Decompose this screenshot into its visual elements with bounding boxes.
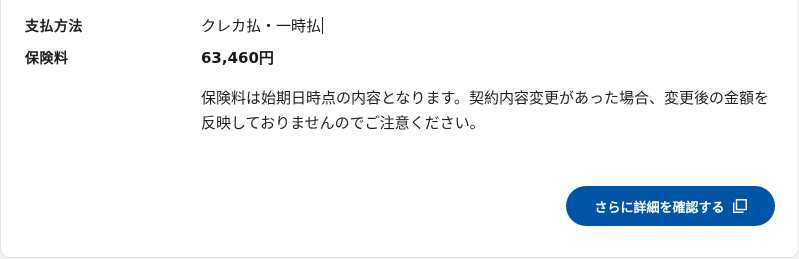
premium-label: 保険料 xyxy=(25,51,69,67)
text-cursor xyxy=(322,17,324,34)
premium-value: 63,460円 xyxy=(201,49,274,67)
view-more-details-label: さらに詳細を確認する xyxy=(594,200,725,216)
view-more-details-button[interactable]: さらに詳細を確認する xyxy=(566,186,775,226)
contract-detail-card: 支払方法 クレカ払・一時払 保険料 63,460円 保険料は始期日時点の内容とな… xyxy=(0,0,799,258)
payment-method-label: 支払方法 xyxy=(25,19,83,35)
payment-method-value: クレカ払・一時払 xyxy=(201,15,324,36)
premium-note: 保険料は始期日時点の内容となります。契約内容変更があった場合、変更後の金額を反映… xyxy=(201,89,770,132)
external-window-icon xyxy=(732,199,747,213)
payment-method-text: クレカ払・一時払 xyxy=(201,17,322,35)
